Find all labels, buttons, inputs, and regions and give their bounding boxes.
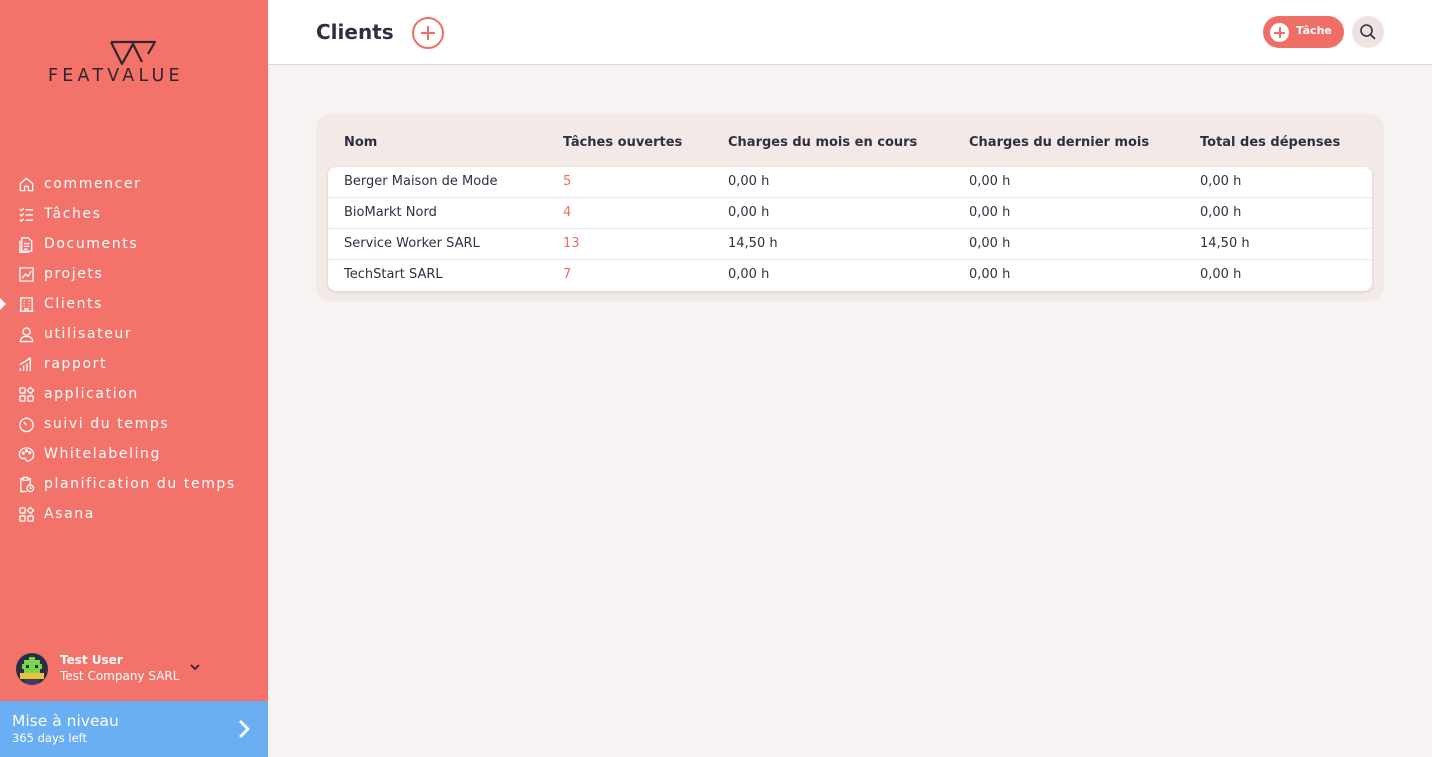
- total-expenses: 0,00 h: [1200, 205, 1242, 220]
- last-month-charges: 0,00 h: [969, 174, 1011, 189]
- search-button[interactable]: [1352, 16, 1384, 48]
- current-month-charges: 0,00 h: [728, 174, 770, 189]
- home-icon: [17, 175, 35, 193]
- sidebar-item-label: utilisateur: [44, 326, 133, 342]
- current-month-charges: 0,00 h: [728, 205, 770, 220]
- sidebar-item-label: Tâches: [44, 206, 102, 222]
- checklist-icon: [17, 205, 35, 223]
- current-month-charges: 14,50 h: [728, 236, 778, 251]
- sidebar: FEATVALUE commencer Tâches Documents pro…: [0, 0, 268, 757]
- clipboard-clock-icon: [17, 475, 35, 493]
- sidebar-item-clients[interactable]: Clients: [0, 289, 268, 319]
- sidebar-item-planification-du-temps[interactable]: planification du temps: [0, 469, 268, 499]
- documents-icon: [17, 235, 35, 253]
- user-menu[interactable]: Test User Test Company SARL: [16, 651, 256, 687]
- table-row[interactable]: TechStart SARL 7 0,00 h 0,00 h 0,00 h: [328, 260, 1372, 291]
- upgrade-title: Mise à niveau: [12, 712, 119, 730]
- user-name: Test User: [60, 653, 123, 667]
- open-tasks-count: 13: [563, 236, 580, 251]
- palette-icon: [17, 445, 35, 463]
- total-expenses: 0,00 h: [1200, 267, 1242, 282]
- client-name[interactable]: TechStart SARL: [344, 267, 443, 282]
- table-body: Berger Maison de Mode 5 0,00 h 0,00 h 0,…: [328, 167, 1372, 291]
- user-icon: [17, 325, 35, 343]
- sidebar-item-label: commencer: [44, 176, 142, 192]
- avatar-invader-icon: [20, 657, 44, 685]
- column-header-total-depenses[interactable]: Total des dépenses: [1200, 135, 1340, 150]
- client-name[interactable]: Berger Maison de Mode: [344, 174, 497, 189]
- sidebar-item-taches[interactable]: Tâches: [0, 199, 268, 229]
- column-header-charges-mois-en-cours[interactable]: Charges du mois en cours: [728, 135, 917, 150]
- sidebar-item-label: projets: [44, 266, 104, 282]
- client-name[interactable]: BioMarkt Nord: [344, 205, 437, 220]
- table-header: Nom Tâches ouvertes Charges du mois en c…: [316, 114, 1384, 166]
- sidebar-item-projets[interactable]: projets: [0, 259, 268, 289]
- add-client-button[interactable]: [412, 17, 444, 49]
- user-company: Test Company SARL: [60, 669, 180, 683]
- sidebar-item-label: rapport: [44, 356, 108, 372]
- building-icon: [17, 295, 35, 313]
- sidebar-nav: commencer Tâches Documents projets Clien…: [0, 169, 268, 529]
- table-row[interactable]: Berger Maison de Mode 5 0,00 h 0,00 h 0,…: [328, 167, 1372, 198]
- apps-icon: [17, 505, 35, 523]
- current-month-charges: 0,00 h: [728, 267, 770, 282]
- logo-mark-icon: [110, 40, 157, 66]
- sidebar-item-documents[interactable]: Documents: [0, 229, 268, 259]
- open-tasks-count: 5: [563, 174, 572, 189]
- chevron-down-icon: [190, 664, 200, 671]
- table-row[interactable]: Service Worker SARL 13 14,50 h 0,00 h 14…: [328, 229, 1372, 260]
- logo-wordmark: FEATVALUE: [48, 66, 184, 86]
- new-task-button[interactable]: Tâche: [1263, 16, 1344, 48]
- clients-table: Nom Tâches ouvertes Charges du mois en c…: [316, 114, 1384, 301]
- sidebar-item-label: planification du temps: [44, 476, 236, 492]
- sidebar-item-label: Whitelabeling: [44, 446, 162, 462]
- bar-chart-icon: [17, 355, 35, 373]
- active-marker: [0, 298, 6, 310]
- page-title: Clients: [316, 20, 394, 44]
- upgrade-banner[interactable]: Mise à niveau 365 days left: [0, 701, 268, 757]
- avatar: [16, 653, 48, 685]
- column-header-taches-ouvertes[interactable]: Tâches ouvertes: [563, 135, 682, 150]
- sidebar-item-suivi-du-temps[interactable]: suivi du temps: [0, 409, 268, 439]
- last-month-charges: 0,00 h: [969, 236, 1011, 251]
- last-month-charges: 0,00 h: [969, 205, 1011, 220]
- sidebar-item-label: Asana: [44, 506, 95, 522]
- column-header-charges-dernier-mois[interactable]: Charges du dernier mois: [969, 135, 1149, 150]
- sidebar-item-label: Documents: [44, 236, 139, 252]
- open-tasks-count: 4: [563, 205, 572, 220]
- new-task-label: Tâche: [1296, 24, 1332, 37]
- top-header: Clients Tâche: [268, 0, 1432, 65]
- sidebar-item-utilisateur[interactable]: utilisateur: [0, 319, 268, 349]
- sidebar-item-commencer[interactable]: commencer: [0, 169, 268, 199]
- chevron-right-icon: [239, 720, 250, 738]
- plus-icon: [1270, 23, 1289, 42]
- table-row[interactable]: BioMarkt Nord 4 0,00 h 0,00 h 0,00 h: [328, 198, 1372, 229]
- client-name[interactable]: Service Worker SARL: [344, 236, 480, 251]
- sidebar-item-rapport[interactable]: rapport: [0, 349, 268, 379]
- upgrade-days-left: 365 days left: [12, 731, 88, 745]
- sidebar-item-whitelabeling[interactable]: Whitelabeling: [0, 439, 268, 469]
- sidebar-item-label: Clients: [44, 296, 104, 312]
- sidebar-item-label: application: [44, 386, 139, 402]
- sidebar-item-asana[interactable]: Asana: [0, 499, 268, 529]
- last-month-charges: 0,00 h: [969, 267, 1011, 282]
- apps-icon: [17, 385, 35, 403]
- open-tasks-count: 7: [563, 267, 572, 282]
- total-expenses: 0,00 h: [1200, 174, 1242, 189]
- column-header-nom[interactable]: Nom: [344, 135, 377, 150]
- featvalue-logo[interactable]: FEATVALUE: [48, 40, 220, 90]
- chart-icon: [17, 265, 35, 283]
- sidebar-item-application[interactable]: application: [0, 379, 268, 409]
- total-expenses: 14,50 h: [1200, 236, 1250, 251]
- timer-icon: [17, 415, 35, 433]
- search-icon: [1360, 24, 1376, 40]
- sidebar-item-label: suivi du temps: [44, 416, 170, 432]
